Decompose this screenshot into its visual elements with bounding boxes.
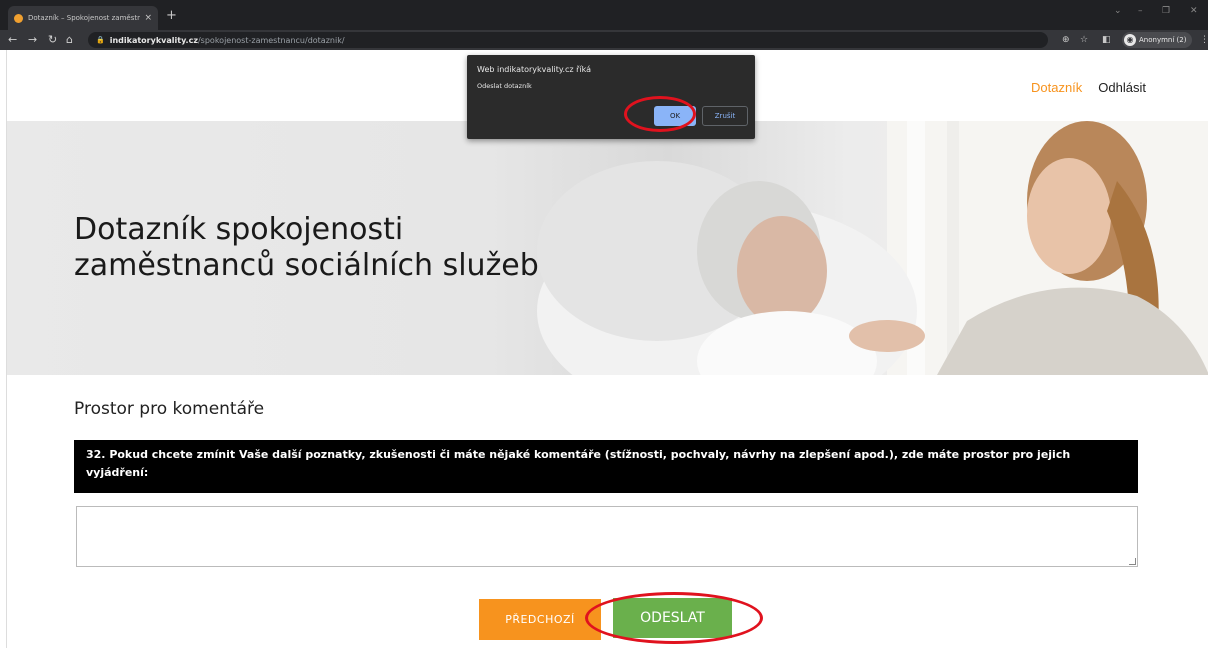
submit-button[interactable]: ODESLAT	[613, 598, 732, 638]
site-navigation: Dotazník Odhlásit	[1031, 80, 1146, 95]
reload-icon[interactable]: ↻	[48, 33, 57, 47]
dialog-message: Odeslat dotazník	[477, 82, 532, 90]
favicon-icon	[14, 13, 23, 23]
profile-label: Anonymní (2)	[1139, 36, 1187, 44]
confirm-dialog: Web indikatorykvality.cz říká Odeslat do…	[467, 55, 755, 139]
page-title-line-1: Dotazník spokojenosti	[74, 212, 404, 247]
resize-handle-icon[interactable]	[1129, 558, 1136, 565]
url-path: /spokojenost-zamestnancu/dotaznik/	[197, 35, 345, 45]
tab-title: Dotazník – Spokojenost zaměstn	[28, 14, 141, 22]
lock-icon[interactable]: 🔒	[96, 36, 105, 44]
section-heading: Prostor pro komentáře	[74, 399, 265, 419]
sidepanel-icon[interactable]: ◧	[1102, 33, 1111, 47]
comment-textarea[interactable]	[76, 506, 1138, 567]
star-icon[interactable]: ☆	[1080, 33, 1088, 47]
minimize-icon[interactable]: –	[1138, 6, 1143, 16]
page-title: Dotazník spokojenosti zaměstnanců sociál…	[74, 212, 539, 284]
home-icon[interactable]: ⌂	[66, 33, 73, 47]
restore-icon[interactable]: ❐	[1162, 6, 1170, 16]
tab-search-icon[interactable]: ⌄	[1114, 6, 1122, 16]
forward-icon[interactable]: →	[28, 33, 37, 47]
back-icon[interactable]: ←	[8, 33, 17, 47]
tab-strip: Dotazník – Spokojenost zaměstn × + ⌄ – ❐…	[0, 0, 1208, 30]
url-host: indikatorykvality.cz	[109, 35, 198, 45]
menu-icon[interactable]: ⋮	[1200, 33, 1208, 47]
page-content: Dotazník Odhlásit Dotazník spokojenosti …	[6, 50, 1208, 648]
toolbar: ← → ↻ ⌂ 🔒 indikatorykvality.cz /spokojen…	[0, 30, 1208, 50]
tab-close-icon[interactable]: ×	[144, 13, 152, 23]
address-bar[interactable]: 🔒 indikatorykvality.cz /spokojenost-zame…	[88, 32, 1048, 48]
browser-window: Dotazník – Spokojenost zaměstn × + ⌄ – ❐…	[0, 0, 1208, 648]
zoom-icon[interactable]: ⊕	[1062, 33, 1070, 47]
dialog-ok-button[interactable]: OK	[654, 106, 696, 126]
incognito-icon: ◉	[1124, 34, 1136, 46]
profile-button[interactable]: ◉ Anonymní (2)	[1122, 32, 1193, 48]
nav-link-dotaznik[interactable]: Dotazník	[1031, 80, 1082, 95]
close-window-icon[interactable]: ✕	[1190, 6, 1198, 16]
tab-active[interactable]: Dotazník – Spokojenost zaměstn ×	[8, 6, 158, 30]
previous-button[interactable]: PŘEDCHOZÍ	[479, 599, 601, 640]
hero-banner: Dotazník spokojenosti zaměstnanců sociál…	[7, 121, 1208, 375]
new-tab-button[interactable]: +	[166, 9, 177, 22]
dialog-cancel-button[interactable]: Zrušit	[702, 106, 748, 126]
dialog-title: Web indikatorykvality.cz říká	[477, 65, 592, 74]
nav-link-odhlasit[interactable]: Odhlásit	[1098, 80, 1146, 95]
question-label: 32. Pokud chcete zmínit Vaše další pozna…	[74, 440, 1138, 493]
page-title-line-2: zaměstnanců sociálních služeb	[74, 248, 539, 283]
